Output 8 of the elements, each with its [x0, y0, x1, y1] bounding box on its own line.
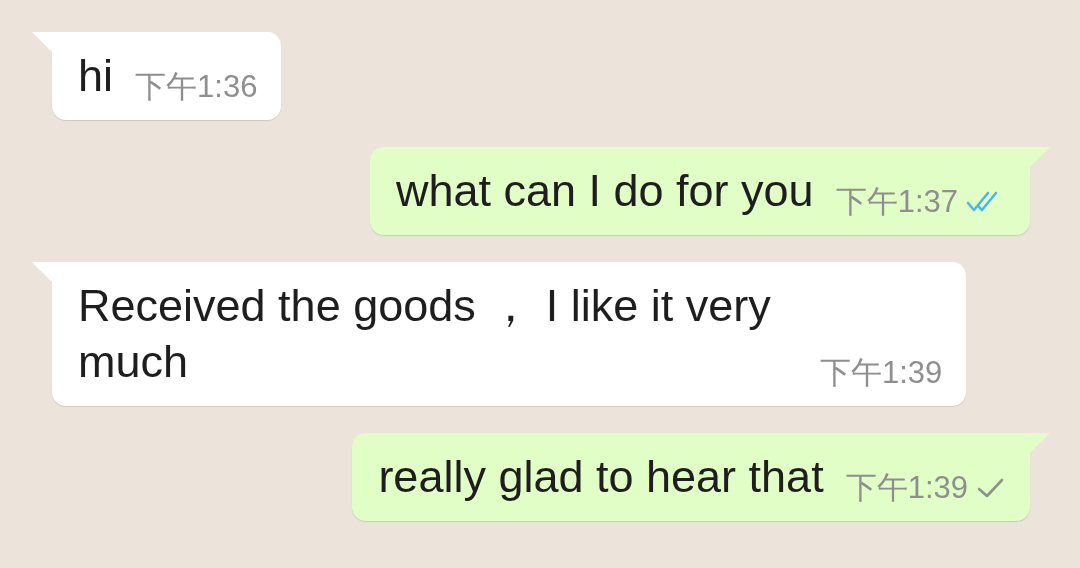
message-time: 下午1:39 — [820, 354, 943, 392]
message-text: really glad to hear that — [378, 450, 824, 504]
message-time: 下午1:36 — [135, 68, 258, 106]
message-text: what can I do for you — [395, 164, 814, 218]
message-text: hi — [78, 49, 114, 103]
message-text: Received the goods ， I like it very much — [78, 279, 772, 389]
message-time: 下午1:39 — [845, 469, 968, 507]
message-time: 下午1:37 — [835, 183, 958, 221]
